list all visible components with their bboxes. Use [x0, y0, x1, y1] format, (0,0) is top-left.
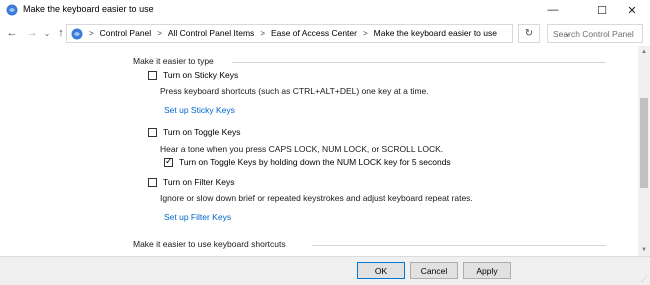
- forward-arrow-icon: →: [26, 27, 38, 39]
- refresh-icon: ↻: [524, 28, 534, 39]
- scroll-down-icon[interactable]: ▼: [638, 244, 650, 256]
- sticky-keys-option[interactable]: Turn on Sticky Keys: [148, 70, 238, 80]
- chevron-down-icon: ⌄: [43, 28, 51, 38]
- title-bar: Make the keyboard easier to use — ☐ ✕: [0, 0, 650, 20]
- section-heading-shortcuts: Make it easier to use keyboard shortcuts: [133, 239, 286, 249]
- breadcrumb-separator-icon: >: [89, 28, 94, 38]
- filter-keys-description: Ignore or slow down brief or repeated ke…: [160, 193, 473, 203]
- section-divider: [312, 245, 606, 246]
- minimize-icon: —: [547, 4, 559, 16]
- navigation-bar: ← → ⌄ ↑ > Control Panel > All Control Pa…: [0, 22, 650, 44]
- filter-keys-checkbox[interactable]: [148, 177, 157, 187]
- toggle-keys-numlock-option[interactable]: Turn on Toggle Keys by holding down the …: [164, 156, 451, 167]
- control-panel-icon: [71, 28, 83, 40]
- control-panel-icon: [6, 4, 18, 16]
- sticky-keys-checkbox[interactable]: [148, 70, 157, 80]
- breadcrumb-separator-icon[interactable]: >: [260, 29, 265, 38]
- toggle-keys-option[interactable]: Turn on Toggle Keys: [148, 127, 241, 137]
- ok-button[interactable]: OK: [357, 262, 405, 279]
- search-input[interactable]: Search Control Panel: [547, 24, 643, 43]
- dialog-footer: OK Cancel Apply ⋰: [0, 256, 650, 285]
- toggle-keys-checkbox[interactable]: [148, 127, 157, 137]
- scrollbar-thumb[interactable]: [640, 98, 648, 188]
- resize-grip-icon[interactable]: ⋰: [641, 275, 648, 283]
- toggle-keys-numlock-checkbox[interactable]: [164, 156, 173, 167]
- scroll-up-icon[interactable]: ▲: [638, 46, 650, 58]
- refresh-button[interactable]: ↻: [518, 24, 540, 43]
- back-arrow-icon: ←: [6, 27, 18, 39]
- section-heading-type: Make it easier to type: [133, 56, 214, 66]
- close-icon: ✕: [627, 4, 637, 17]
- maximize-icon: ☐: [597, 4, 607, 17]
- forward-button[interactable]: →: [25, 25, 39, 41]
- recent-locations-button[interactable]: ⌄: [40, 25, 54, 41]
- apply-button[interactable]: Apply: [463, 262, 511, 279]
- back-button[interactable]: ←: [5, 25, 19, 41]
- filter-keys-option[interactable]: Turn on Filter Keys: [148, 177, 235, 187]
- toggle-keys-label[interactable]: Turn on Toggle Keys: [163, 127, 241, 137]
- search-placeholder: Search Control Panel: [553, 29, 634, 39]
- address-bar[interactable]: > Control Panel > All Control Panel Item…: [66, 24, 571, 43]
- breadcrumb-ease-of-access-center[interactable]: Ease of Access Center: [271, 28, 357, 38]
- minimize-button[interactable]: —: [535, 0, 571, 20]
- breadcrumb-separator-icon[interactable]: >: [157, 29, 162, 38]
- breadcrumb: > Control Panel > All Control Panel Item…: [89, 28, 497, 38]
- close-button[interactable]: ✕: [614, 0, 650, 20]
- sticky-keys-description: Press keyboard shortcuts (such as CTRL+A…: [160, 86, 429, 96]
- set-up-filter-keys-link[interactable]: Set up Filter Keys: [164, 212, 231, 222]
- toggle-keys-numlock-label[interactable]: Turn on Toggle Keys by holding down the …: [179, 157, 451, 167]
- set-up-sticky-keys-link[interactable]: Set up Sticky Keys: [164, 105, 235, 115]
- sticky-keys-label[interactable]: Turn on Sticky Keys: [163, 70, 238, 80]
- breadcrumb-control-panel[interactable]: Control Panel: [100, 28, 152, 38]
- filter-keys-label[interactable]: Turn on Filter Keys: [163, 177, 235, 187]
- breadcrumb-all-control-panel-items[interactable]: All Control Panel Items: [168, 28, 254, 38]
- window-title: Make the keyboard easier to use: [23, 4, 154, 14]
- breadcrumb-separator-icon[interactable]: >: [363, 29, 368, 38]
- up-arrow-icon: ↑: [58, 27, 64, 39]
- breadcrumb-current-page[interactable]: Make the keyboard easier to use: [374, 28, 497, 38]
- toggle-keys-description: Hear a tone when you press CAPS LOCK, NU…: [160, 144, 444, 154]
- vertical-scrollbar[interactable]: ▲ ▼: [638, 46, 650, 256]
- main-content: Make it easier to type Turn on Sticky Ke…: [0, 46, 638, 256]
- cancel-button[interactable]: Cancel: [410, 262, 458, 279]
- section-divider: [232, 62, 606, 63]
